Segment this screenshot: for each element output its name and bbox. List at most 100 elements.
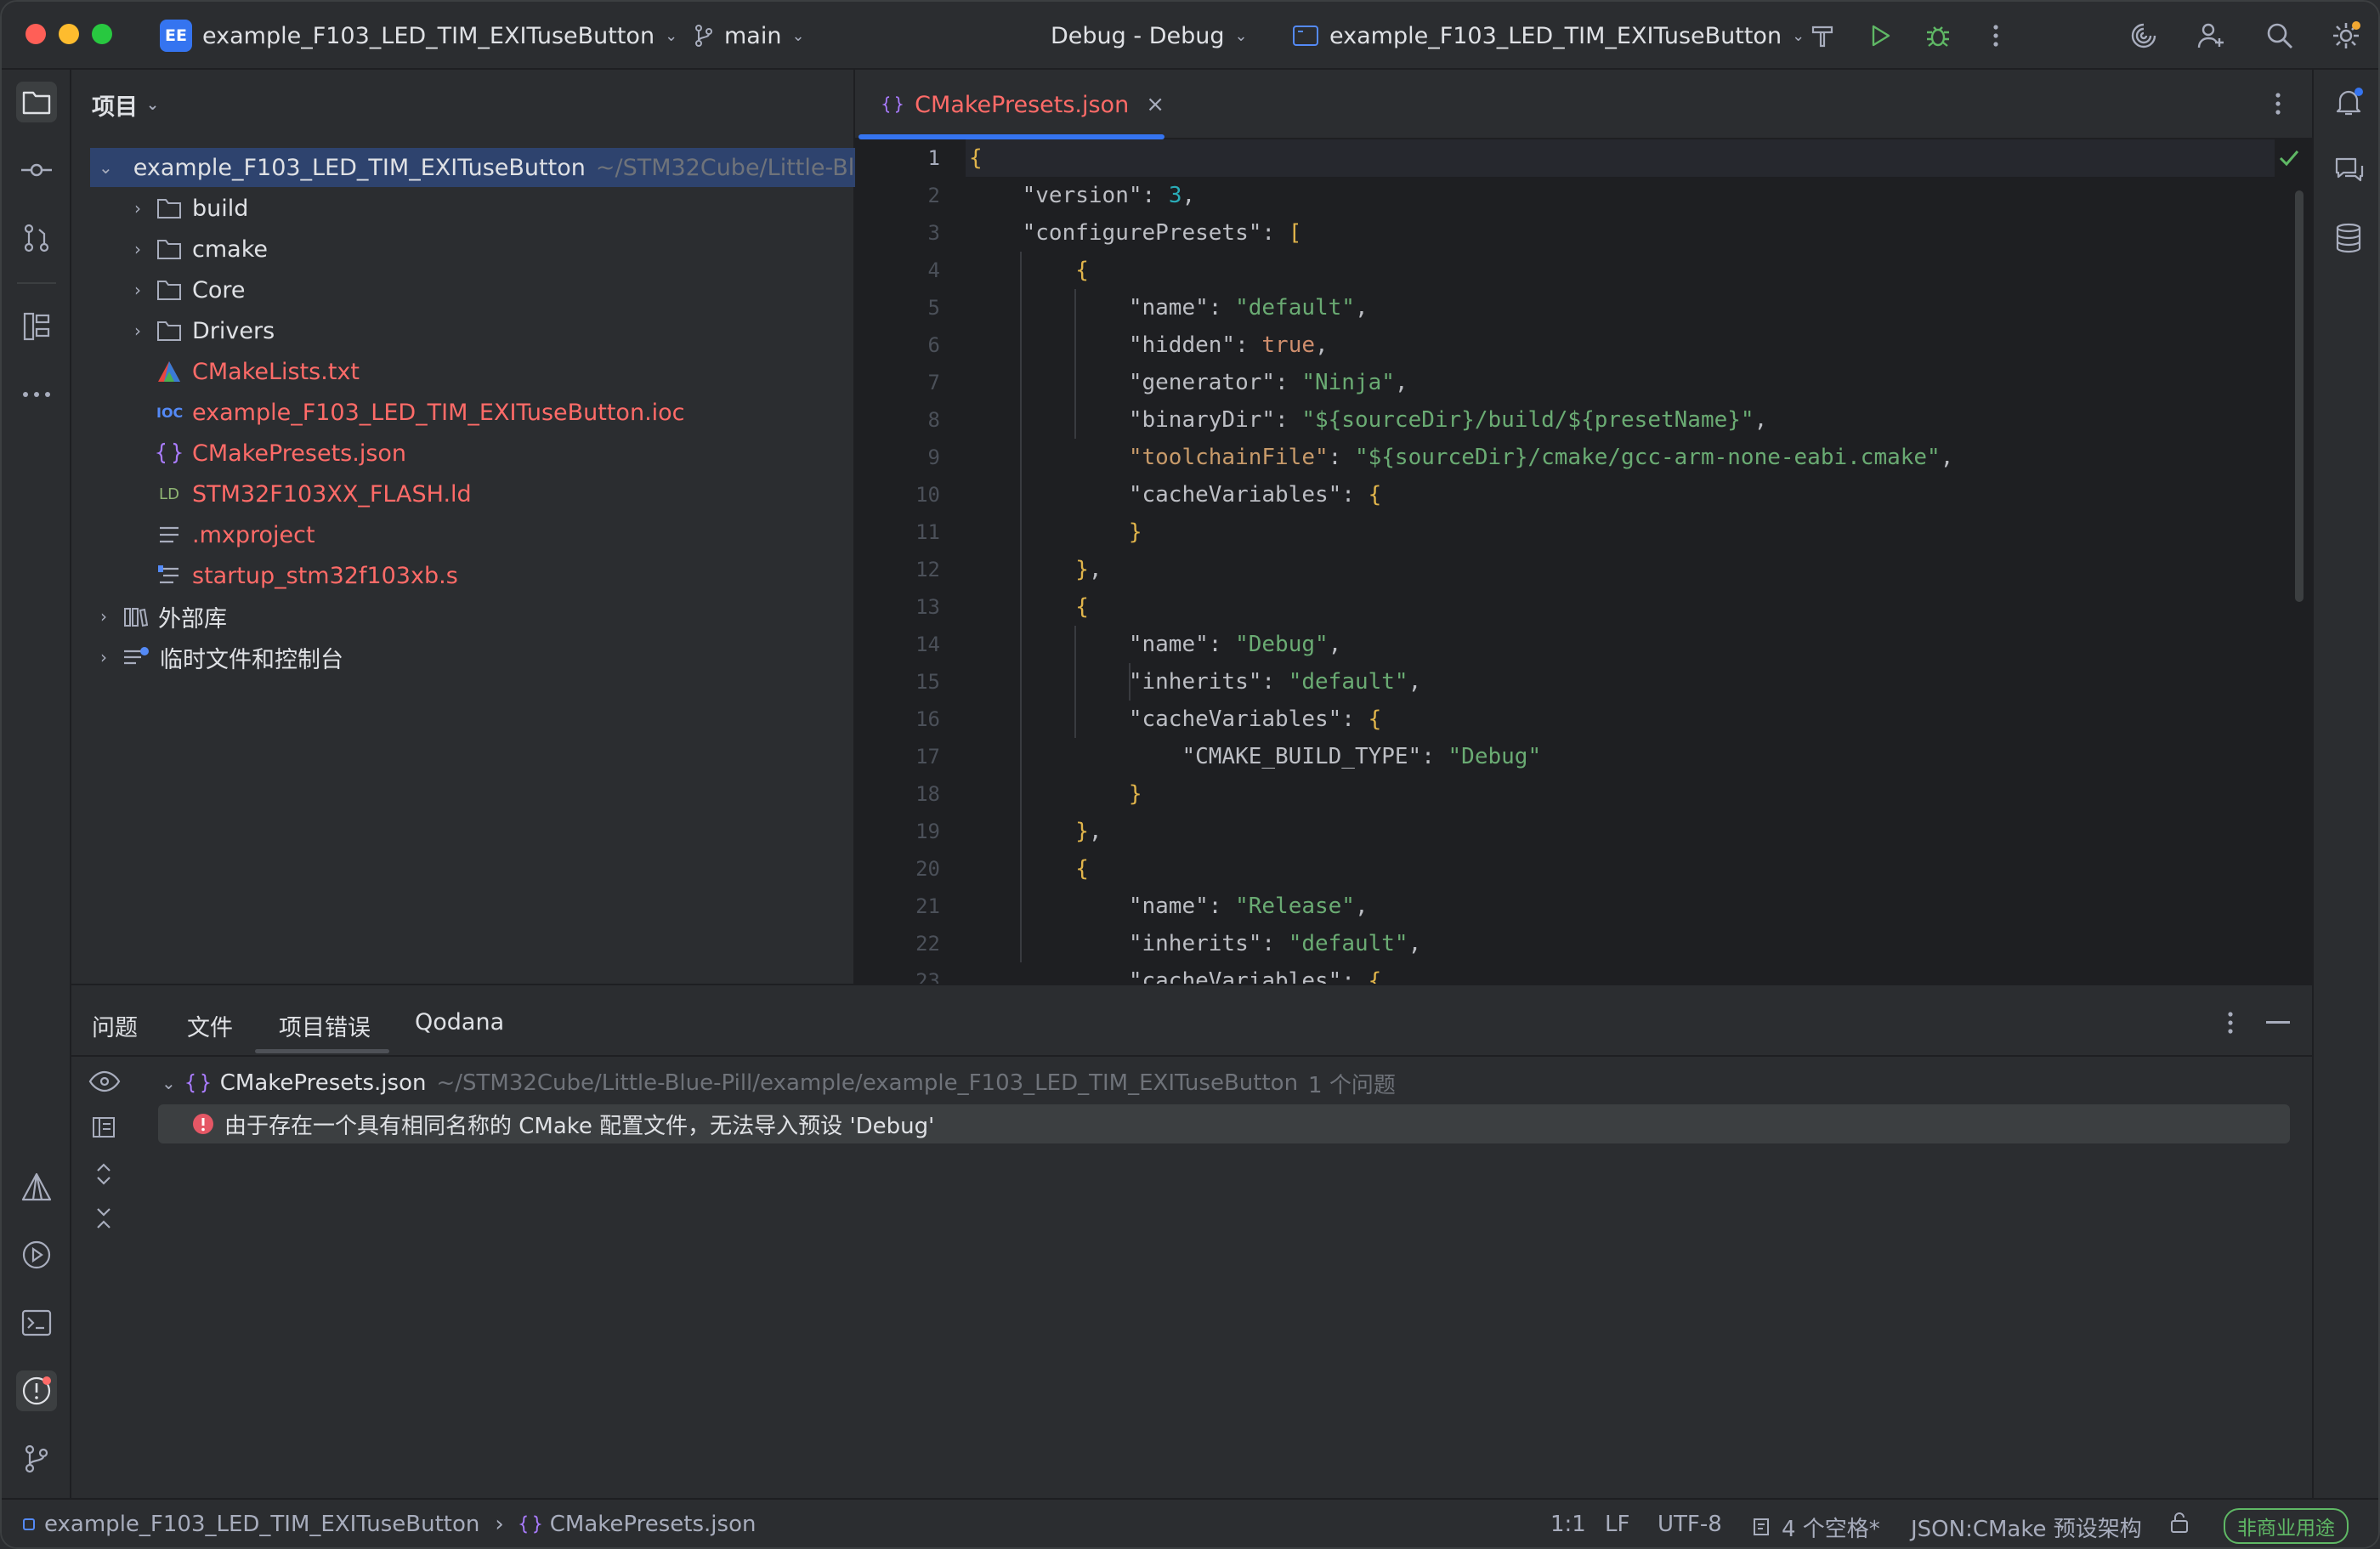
tree-scratches[interactable]: › 临时文件和控制台 bbox=[95, 638, 343, 677]
code-line: { bbox=[1075, 594, 1089, 620]
git-icon[interactable] bbox=[16, 1438, 57, 1479]
indent-label: 4 个空格* bbox=[1782, 1517, 1880, 1542]
close-window-button[interactable] bbox=[26, 24, 46, 44]
zoom-window-button[interactable] bbox=[92, 24, 112, 44]
json-schema[interactable]: JSON:CMake 预设架构 bbox=[1911, 1512, 2142, 1543]
branch-switcher[interactable]: main ⌄ bbox=[694, 17, 805, 54]
minimize-window-button[interactable] bbox=[59, 24, 79, 44]
line-number: 9 bbox=[927, 445, 940, 469]
status-bar: example_F103_LED_TIM_EXITuseButton › CMa… bbox=[2, 1498, 2378, 1547]
module-icon bbox=[23, 1518, 35, 1530]
text-file-icon bbox=[160, 526, 178, 543]
chevron-right-icon: › bbox=[134, 198, 141, 218]
project-folder-icon[interactable] bbox=[16, 82, 57, 122]
project-name: example_F103_LED_TIM_EXITuseButton bbox=[202, 22, 655, 49]
line-ending[interactable]: LF bbox=[1605, 1512, 1629, 1537]
editor-scrollbar[interactable] bbox=[2295, 190, 2304, 602]
json-icon bbox=[518, 1515, 541, 1534]
close-tab-icon[interactable]: × bbox=[1146, 92, 1164, 117]
line-number: 13 bbox=[915, 595, 940, 619]
tree-file[interactable]: IOC example_F103_LED_TIM_EXITuseButton.i… bbox=[156, 393, 685, 432]
more-vertical-icon[interactable] bbox=[1977, 17, 2014, 54]
tree-file[interactable]: CMakePresets.json bbox=[156, 434, 406, 473]
commit-icon[interactable] bbox=[16, 150, 57, 190]
tree-file[interactable]: .mxproject bbox=[156, 515, 315, 554]
target-selector[interactable]: example_F103_LED_TIM_EXITuseButton ⌄ bbox=[1292, 17, 1805, 54]
caret-position[interactable]: 1:1 bbox=[1550, 1512, 1586, 1537]
indent-icon bbox=[1754, 1518, 1769, 1535]
editor-pane: CMakePresets.json × 1 2 3 4 5 6 7 8 9 10 11 12 13 14 1… bbox=[855, 70, 2312, 993]
run-config-selector[interactable]: Debug - Debug ⌄ bbox=[1051, 17, 1248, 54]
tree-external-libraries[interactable]: › 外部库 bbox=[95, 597, 227, 636]
tab-actions-more-icon[interactable] bbox=[2275, 92, 2281, 116]
minimize-panel-icon[interactable] bbox=[2266, 1021, 2290, 1024]
cmake-icon bbox=[158, 361, 180, 382]
add-user-icon[interactable] bbox=[2193, 17, 2230, 54]
tab-file[interactable]: 文件 bbox=[187, 1009, 233, 1042]
project-panel-title: 项目 bbox=[92, 94, 138, 121]
project-panel-header[interactable]: 项目 ⌄ bbox=[92, 88, 159, 122]
tab-qodana[interactable]: Qodana bbox=[415, 1009, 504, 1036]
tree-folder[interactable]: › cmake bbox=[129, 230, 268, 269]
structure-icon[interactable] bbox=[16, 306, 57, 347]
line-number: 15 bbox=[915, 670, 940, 694]
line-number: 21 bbox=[915, 894, 940, 918]
line-number: 8 bbox=[927, 408, 940, 432]
breadcrumb-project[interactable]: example_F103_LED_TIM_EXITuseButton bbox=[44, 1512, 479, 1537]
chevron-down-icon: ⌄ bbox=[1792, 26, 1805, 45]
root-project-path: ~/STM32Cube/Little-Blue- bbox=[595, 154, 892, 181]
line-number: 12 bbox=[915, 558, 940, 582]
tree-file[interactable]: LD STM32F103XX_FLASH.ld bbox=[156, 474, 472, 513]
tree-folder[interactable]: › Drivers bbox=[129, 311, 275, 350]
tree-folder[interactable]: › build bbox=[129, 189, 248, 228]
database-icon[interactable] bbox=[2328, 218, 2369, 258]
code-area[interactable]: { "version": 3, "configurePresets": [ { … bbox=[966, 139, 2275, 984]
line-number: 6 bbox=[927, 333, 940, 357]
ai-assistant-icon[interactable] bbox=[2125, 17, 2162, 54]
project-switcher[interactable]: EE example_F103_LED_TIM_EXITuseButton ⌄ bbox=[160, 17, 677, 54]
debug-bug-icon[interactable] bbox=[1919, 17, 1957, 54]
project-panel: 项目 ⌄ ⌄ example_F103_LED_TIM_EXITuseButto… bbox=[71, 70, 892, 984]
readonly-lock-icon[interactable] bbox=[2169, 1512, 2190, 1534]
eye-icon[interactable] bbox=[88, 1070, 121, 1092]
tree-folder[interactable]: › Core bbox=[129, 270, 246, 309]
tree-file[interactable]: CMakeLists.txt bbox=[156, 352, 360, 391]
more-tools-icon[interactable] bbox=[16, 374, 57, 415]
pull-requests-icon[interactable] bbox=[16, 218, 57, 258]
panel-options-icon[interactable] bbox=[2227, 1011, 2234, 1035]
settings-gear-icon[interactable] bbox=[2327, 17, 2365, 54]
code-line: "binaryDir": "${sourceDir}/build/${prese… bbox=[1128, 407, 1768, 433]
problem-file-row[interactable]: ⌄ CMakePresets.json ~/STM32Cube/Little-B… bbox=[162, 1064, 1396, 1103]
build-hammer-icon[interactable] bbox=[1804, 17, 1841, 54]
code-line: "version": 3, bbox=[1022, 183, 1196, 208]
terminal-icon[interactable] bbox=[16, 1302, 57, 1343]
folder-icon bbox=[157, 240, 181, 259]
collapse-all-icon[interactable] bbox=[95, 1206, 112, 1230]
problem-row[interactable]: 由于存在一个具有相同名称的 CMake 配置文件，无法导入预设 'Debug' bbox=[158, 1104, 2290, 1143]
title-bar: EE example_F103_LED_TIM_EXITuseButton ⌄ … bbox=[2, 2, 2378, 70]
notifications-bell-icon[interactable] bbox=[2328, 82, 2369, 122]
file-label: CMakePresets.json bbox=[192, 440, 407, 467]
problems-icon[interactable] bbox=[16, 1370, 57, 1411]
cmake-tool-icon[interactable] bbox=[16, 1166, 57, 1207]
breadcrumb-file[interactable]: CMakePresets.json bbox=[550, 1512, 756, 1537]
root-project-name: example_F103_LED_TIM_EXITuseButton bbox=[133, 154, 586, 181]
license-badge[interactable]: 非商业用途 bbox=[2224, 1508, 2349, 1544]
tab-project-errors[interactable]: 项目错误 bbox=[279, 1009, 371, 1042]
problems-panel: 问题 文件 项目错误 Qodana ⌄ CMakePresets.json ~/… bbox=[71, 984, 2312, 1498]
indent-setting[interactable]: 4 个空格* bbox=[1753, 1512, 1880, 1543]
run-icon[interactable] bbox=[1862, 17, 1899, 54]
expand-all-icon[interactable] bbox=[95, 1162, 112, 1186]
line-number: 3 bbox=[927, 221, 940, 245]
code-line: "CMAKE_BUILD_TYPE": "Debug" bbox=[1182, 744, 1542, 769]
preview-icon[interactable] bbox=[92, 1116, 116, 1138]
search-icon[interactable] bbox=[2261, 17, 2298, 54]
services-run-icon[interactable] bbox=[16, 1234, 57, 1275]
tree-root[interactable]: ⌄ example_F103_LED_TIM_EXITuseButton ~/S… bbox=[90, 148, 892, 187]
tree-file[interactable]: startup_stm32f103xb.s bbox=[156, 556, 458, 595]
tab-problems[interactable]: 问题 bbox=[92, 1009, 138, 1042]
editor-tab[interactable]: CMakePresets.json × bbox=[858, 70, 1164, 139]
file-encoding[interactable]: UTF-8 bbox=[1658, 1512, 1722, 1537]
line-number: 5 bbox=[927, 296, 940, 320]
ai-chat-icon[interactable] bbox=[2328, 150, 2369, 190]
